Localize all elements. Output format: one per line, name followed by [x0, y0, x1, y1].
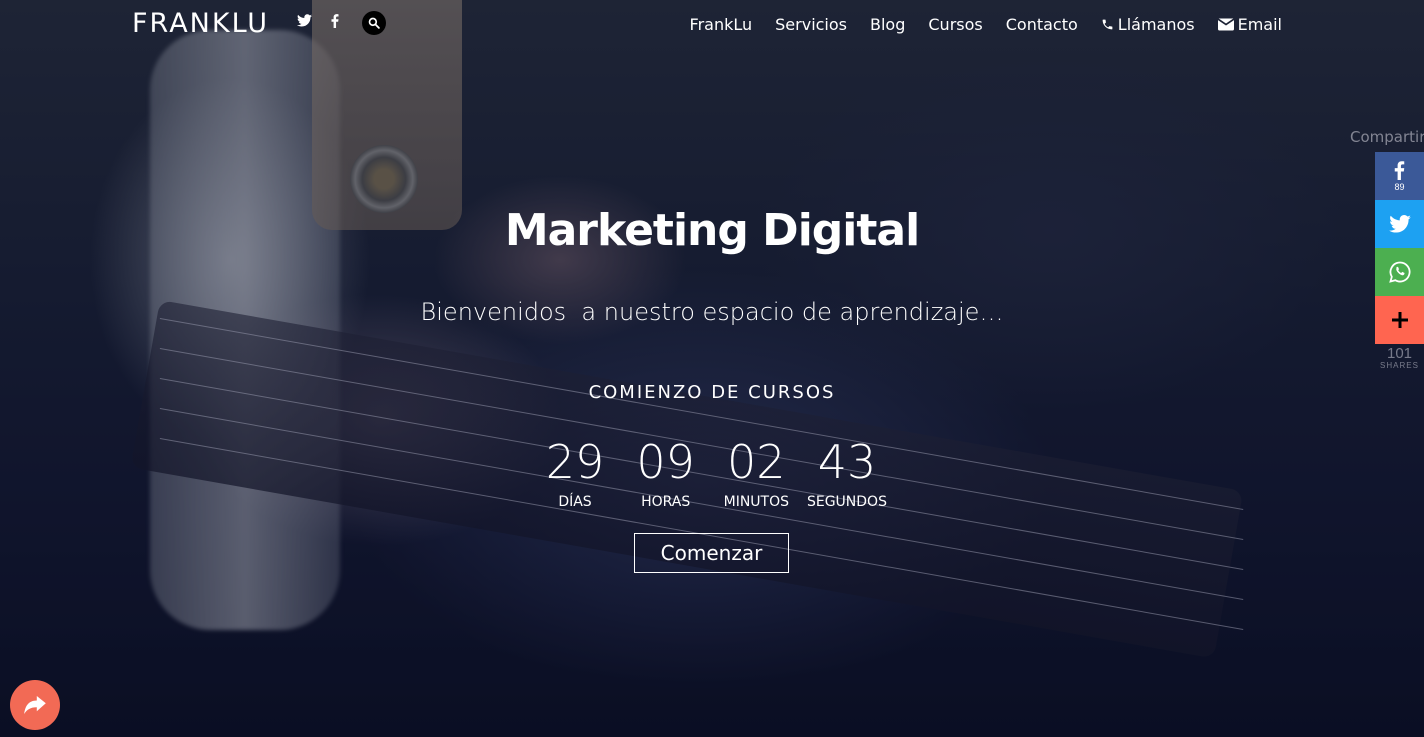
site-logo[interactable]: FRANKLU — [132, 8, 269, 39]
hero-subtitle: Bienvenidos a nuestro espacio de aprendi… — [420, 298, 1004, 326]
nav-item-cursos[interactable]: Cursos — [928, 15, 982, 34]
nav-item-llamanos[interactable]: Llámanos — [1101, 15, 1195, 34]
countdown-value: 43 — [817, 435, 877, 489]
countdown-value: 09 — [636, 435, 695, 489]
share-arrow-icon — [24, 696, 46, 714]
envelope-icon — [1217, 18, 1234, 31]
nav-item-contacto[interactable]: Contacto — [1006, 15, 1078, 34]
start-button[interactable]: Comenzar — [634, 533, 789, 573]
countdown-value: 02 — [727, 435, 786, 489]
page: FRANKLU FrankLu Servicios Blog Cursos Co… — [0, 0, 1424, 737]
nav-item-franklu[interactable]: FrankLu — [690, 15, 753, 34]
share-total-count: 101 — [1386, 345, 1413, 362]
nav-item-servicios[interactable]: Servicios — [775, 15, 847, 34]
nav-item-blog[interactable]: Blog — [870, 15, 905, 34]
share-more-button[interactable] — [1375, 296, 1424, 344]
share-total-label: SHARES — [1380, 361, 1419, 370]
floating-share-button[interactable] — [10, 680, 60, 730]
countdown-days: 29 DÍAS — [530, 434, 620, 510]
countdown-hours: 09 HORAS — [621, 434, 711, 510]
plus-icon — [1391, 312, 1408, 328]
share-facebook-button[interactable]: 89 — [1375, 152, 1424, 200]
nav-item-email[interactable]: Email — [1217, 15, 1282, 34]
search-button[interactable] — [362, 11, 386, 35]
countdown-label: DÍAS — [558, 494, 592, 510]
main-nav: FrankLu Servicios Blog Cursos Contacto L… — [690, 15, 1282, 34]
phone-icon — [1102, 19, 1113, 30]
share-sidebar: 89 101 SHARES — [1375, 152, 1424, 370]
share-title: Compartir — [1350, 128, 1424, 146]
site-header: FRANKLU FrankLu Servicios Blog Cursos Co… — [0, 0, 1424, 50]
countdown-label: MINUTOS — [723, 494, 789, 510]
countdown-timer: 29 DÍAS 09 HORAS 02 MINUTOS 43 SEGUNDOS — [530, 434, 892, 510]
countdown-label: HORAS — [641, 494, 691, 510]
countdown-heading: COMIENZO DE CURSOS — [588, 382, 836, 403]
countdown-minutes: 02 MINUTOS — [711, 434, 801, 510]
hero-overlay — [0, 0, 1424, 737]
twitter-icon[interactable] — [297, 14, 312, 30]
countdown-value: 29 — [545, 435, 605, 489]
countdown-label: SEGUNDOS — [806, 494, 887, 510]
whatsapp-icon — [1388, 261, 1410, 283]
share-whatsapp-button[interactable] — [1375, 248, 1424, 296]
search-icon — [368, 17, 380, 29]
facebook-icon[interactable] — [331, 14, 339, 31]
share-count: 89 — [1394, 181, 1405, 192]
facebook-icon — [1394, 160, 1405, 180]
hero-title: Marketing Digital — [504, 205, 920, 256]
share-twitter-button[interactable] — [1375, 200, 1424, 248]
countdown-seconds: 43 SEGUNDOS — [802, 434, 892, 510]
twitter-icon — [1388, 215, 1411, 233]
